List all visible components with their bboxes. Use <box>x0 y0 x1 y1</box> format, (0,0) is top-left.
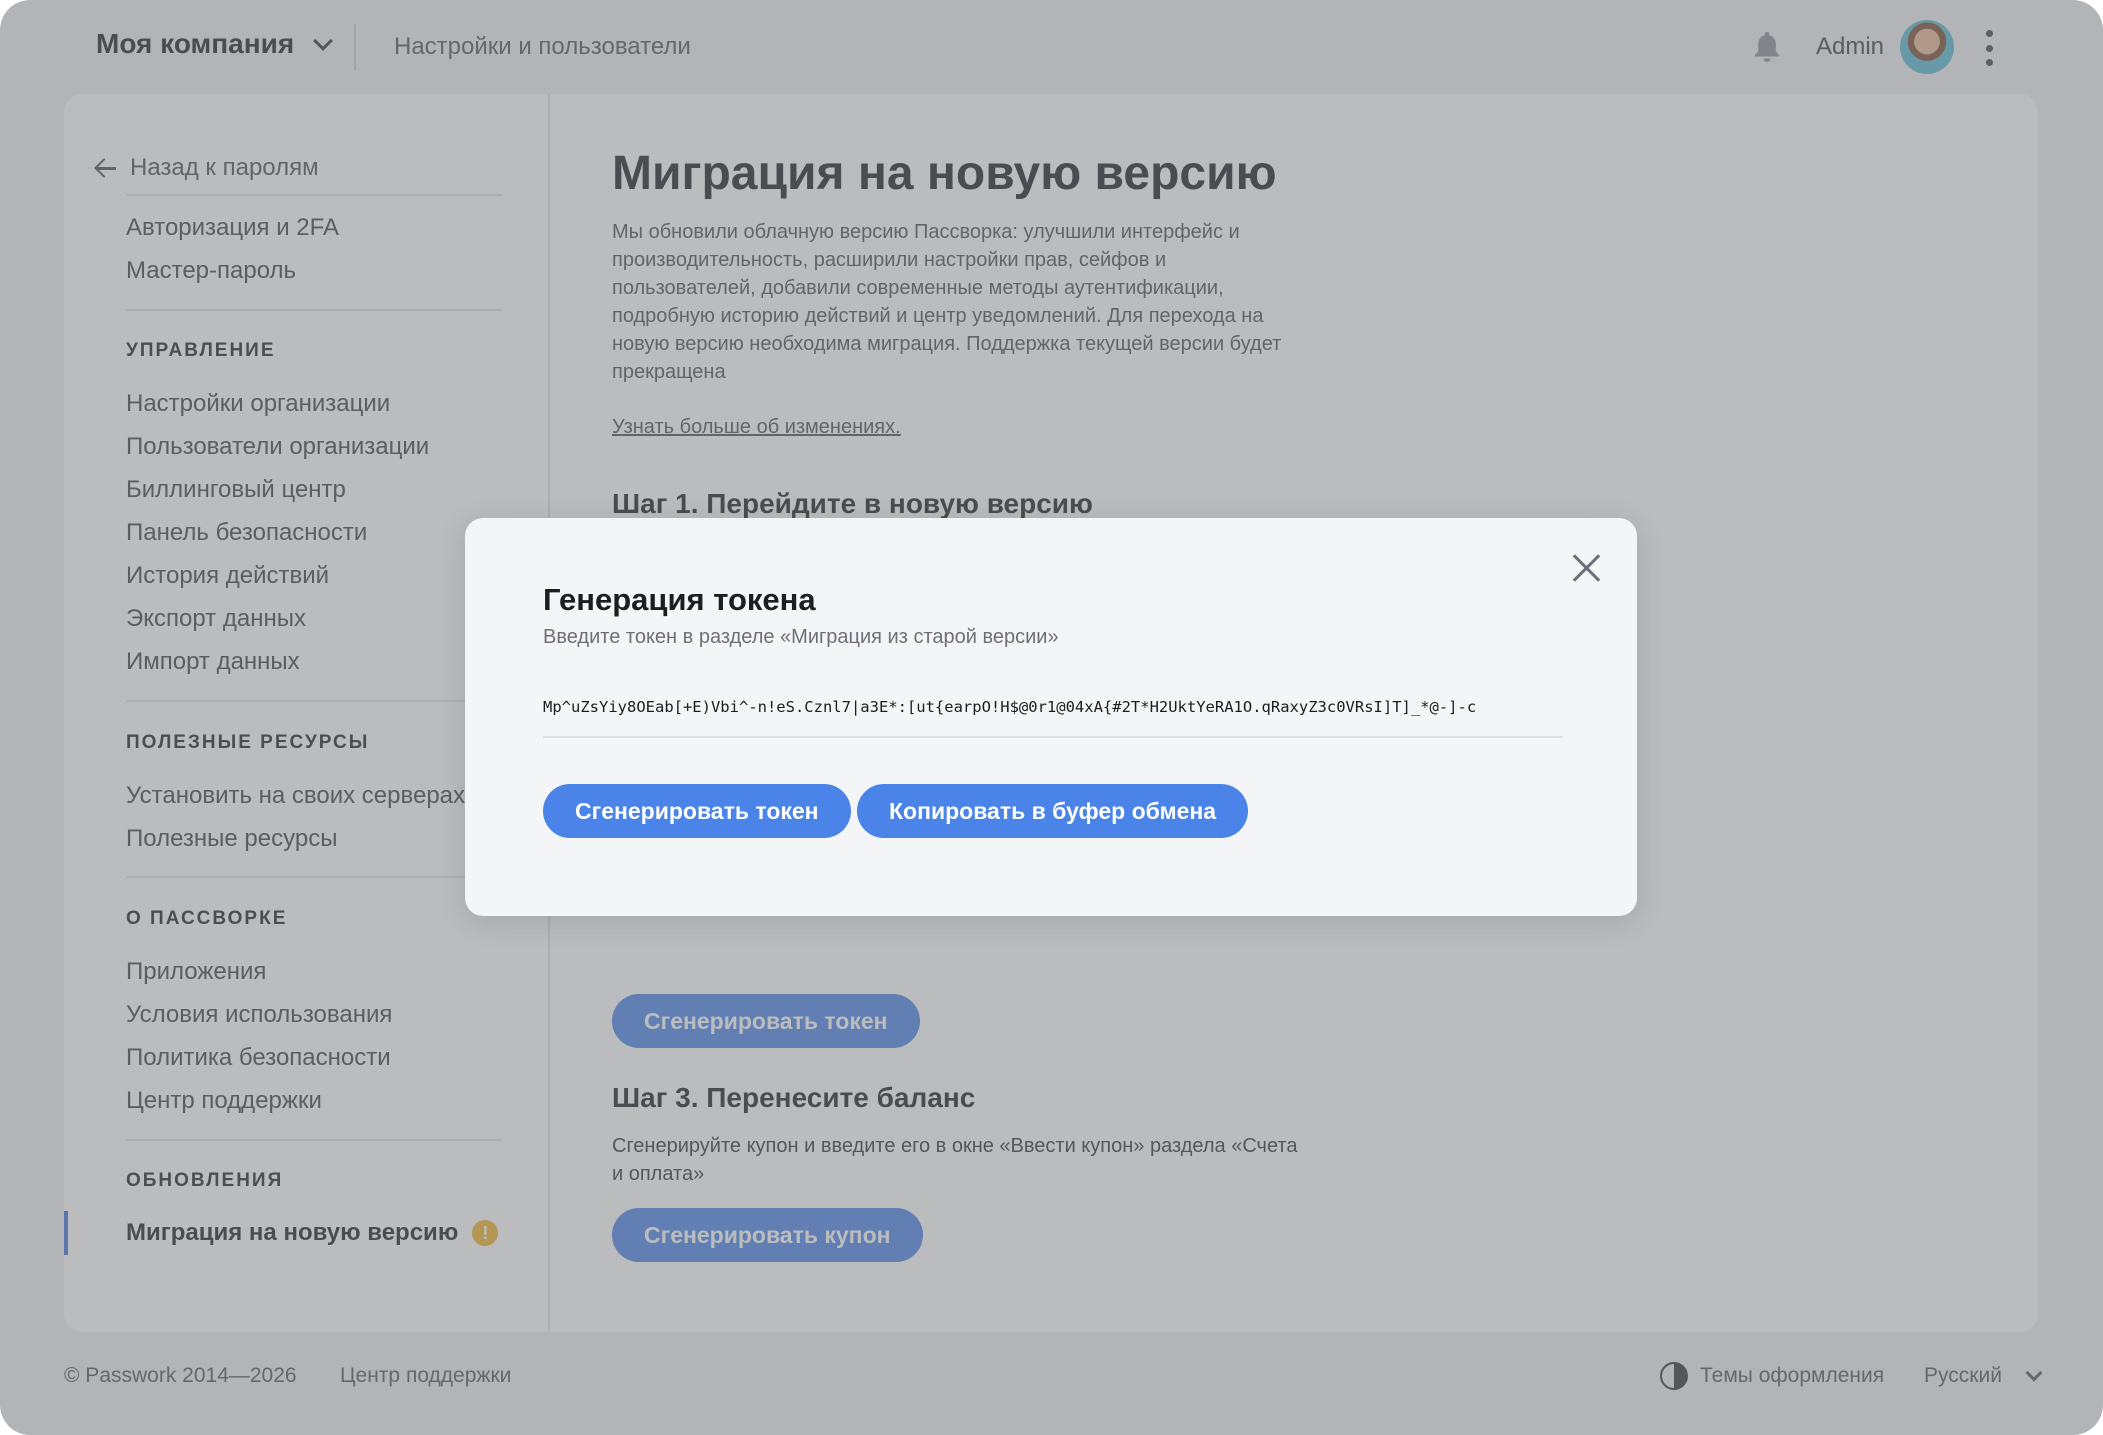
app-window: Моя компания Настройки и пользователи Ad… <box>0 0 2103 1435</box>
copy-to-clipboard-button[interactable]: Копировать в буфер обмена <box>857 784 1249 838</box>
modal-subtitle: Введите токен в разделе «Миграция из ста… <box>543 626 1059 648</box>
token-modal: Генерация токена Введите токен в разделе… <box>465 518 1637 916</box>
token-field[interactable]: Mp^uZsYiy8OEab[+E)Vbi^-n!eS.Cznl7|a3E*:[… <box>543 698 1563 738</box>
modal-generate-token-button[interactable]: Сгенерировать токен <box>543 784 851 838</box>
close-icon[interactable] <box>1571 552 1603 584</box>
modal-title: Генерация токена <box>543 582 816 617</box>
